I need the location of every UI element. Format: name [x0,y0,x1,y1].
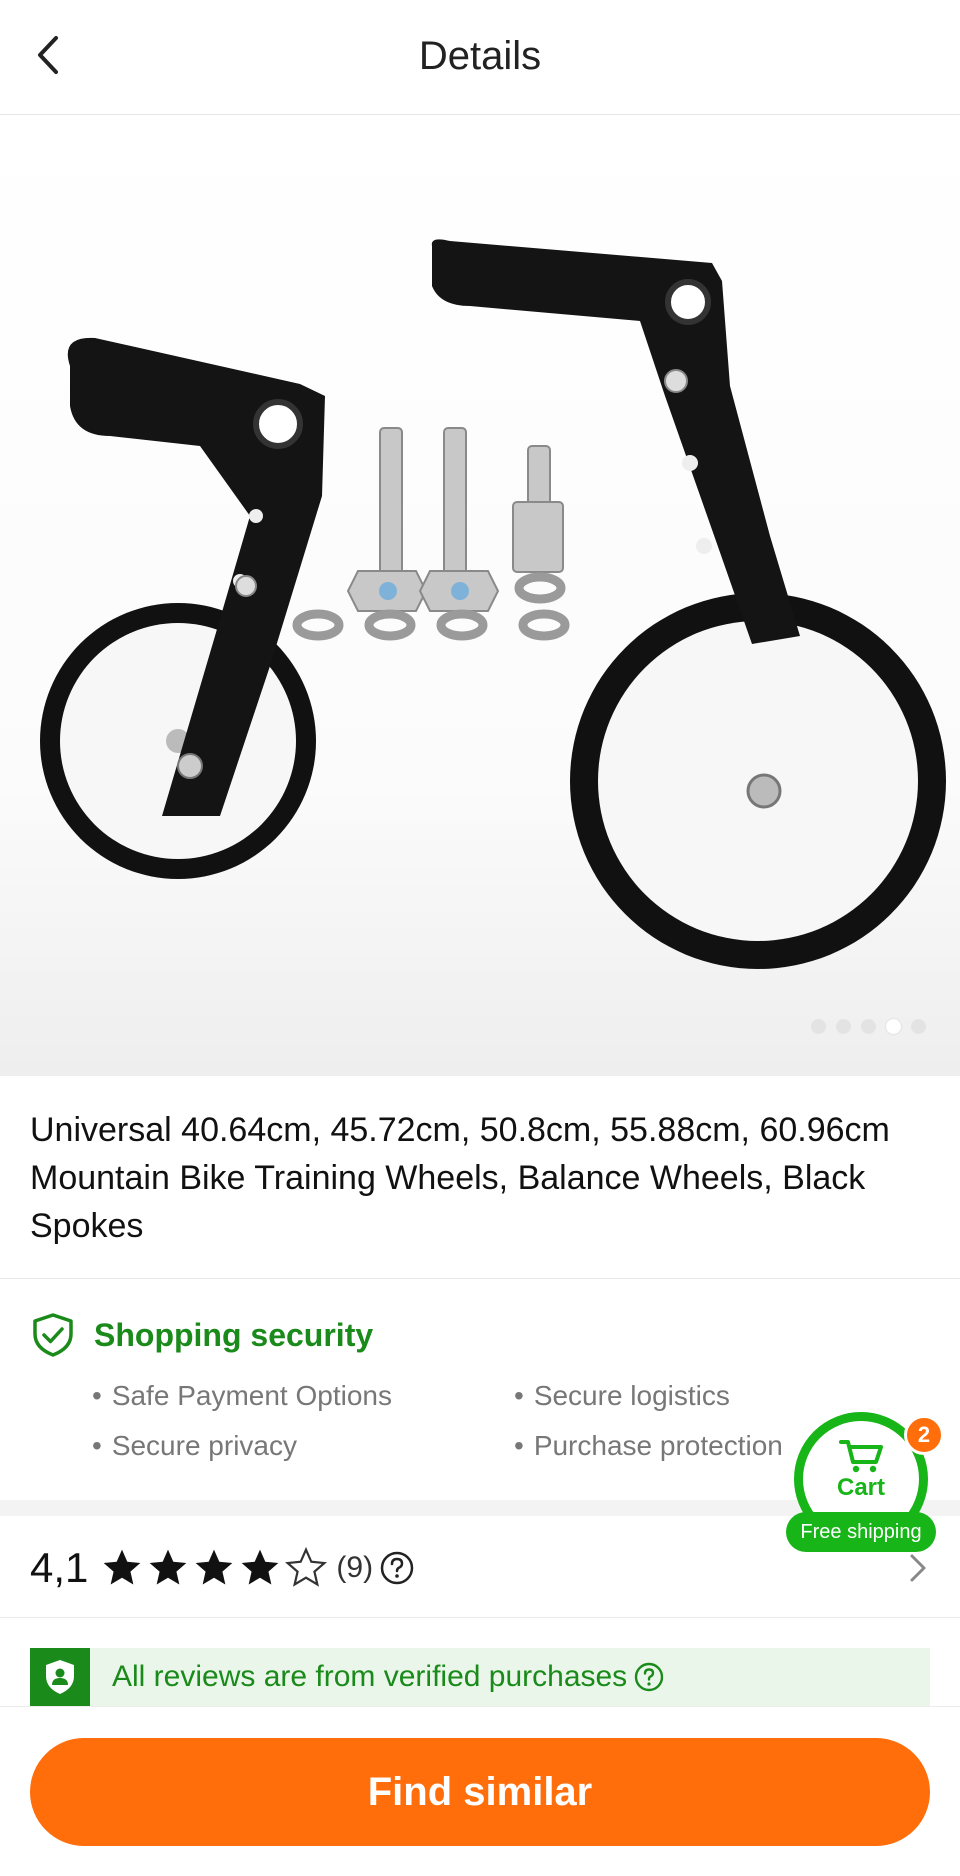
carousel-indicator [811,1019,926,1034]
floating-cart-button[interactable]: Cart 2 Free shipping [786,1412,944,1552]
question-circle-icon[interactable] [379,1550,415,1586]
shopping-security-title: Shopping security [94,1316,374,1353]
security-item: • Secure logistics [514,1380,730,1411]
chevron-right-icon[interactable] [906,1550,930,1586]
cart-label: Cart [836,1474,885,1501]
carousel-dot[interactable] [911,1019,926,1034]
bottom-action-bar: Find similar [0,1706,960,1876]
security-item-label: Safe Payment Options [111,1380,392,1411]
security-item-label: Secure logistics [533,1380,730,1411]
question-circle-icon[interactable] [633,1661,665,1693]
product-image-carousel[interactable] [0,116,960,1076]
rating-summary[interactable]: 4,1 (9) [30,1538,415,1598]
cart-count-badge: 2 [904,1415,944,1455]
security-item-label: Purchase protection [533,1430,783,1461]
star-filled-icon [196,1549,233,1585]
star-filled-icon [242,1549,279,1585]
divider [0,1278,960,1279]
free-shipping-tag: Free shipping [786,1512,936,1552]
product-photo [40,239,946,969]
security-item-label: Secure privacy [111,1430,297,1461]
page-title: Details [418,34,542,78]
shield-check-icon [33,1313,73,1357]
security-item: • Safe Payment Options [92,1380,392,1411]
star-empty-icon [285,1546,328,1587]
verified-reviews-banner: All reviews are from verified purchases [30,1648,930,1706]
shopping-security-header[interactable]: Shopping security [30,1312,373,1358]
star-filled-icon [104,1549,141,1585]
verified-shield-icon [30,1648,90,1706]
security-item: • Secure privacy [92,1430,297,1461]
divider [0,1617,960,1618]
cart-icon [839,1440,883,1473]
carousel-dot[interactable] [836,1019,851,1034]
star-rating [100,1546,328,1590]
security-item: • Purchase protection [514,1430,783,1461]
review-count: (9) [336,1551,374,1584]
verified-reviews-text: All reviews are from verified purchases [112,1660,628,1693]
carousel-dot[interactable] [811,1019,826,1034]
carousel-dot-active[interactable] [886,1019,901,1034]
find-similar-button[interactable]: Find similar [30,1738,930,1846]
star-filled-icon [150,1549,187,1585]
rating-score: 4,1 [30,1544,89,1591]
product-title: Universal 40.64cm, 45.72cm, 50.8cm, 55.8… [30,1111,890,1245]
carousel-dot[interactable] [861,1019,876,1034]
top-bar: Details [0,0,960,115]
